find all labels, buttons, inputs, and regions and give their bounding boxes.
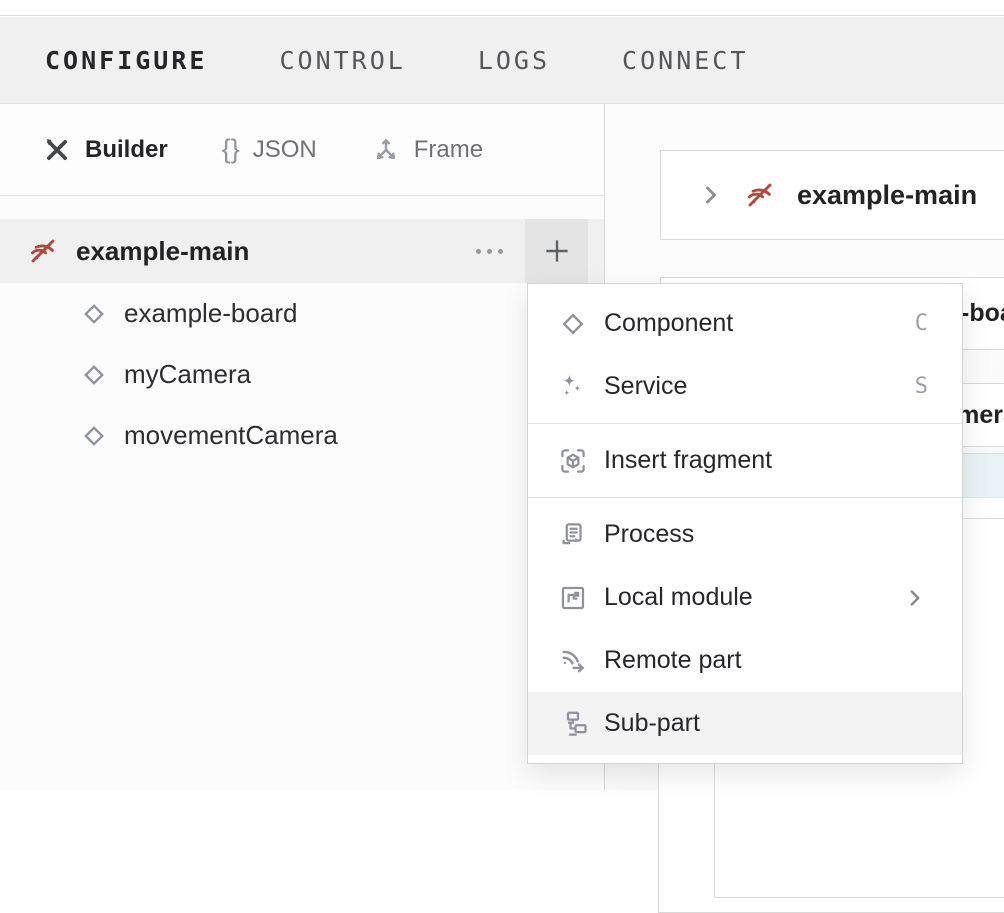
view-json-button[interactable]: {} JSON xyxy=(222,134,317,165)
ellipsis-icon xyxy=(476,249,481,254)
view-frame-label: Frame xyxy=(414,136,483,164)
view-switcher-toolbar: Builder {} JSON Frame xyxy=(0,104,604,196)
component-diamond-icon xyxy=(80,361,108,389)
menu-divider xyxy=(528,497,962,498)
menu-item-local-module[interactable]: Local module xyxy=(528,566,962,629)
shortcut-key: S xyxy=(915,374,928,399)
tab-control[interactable]: CONTROL xyxy=(279,46,405,75)
offline-icon xyxy=(28,236,58,266)
fragment-cube-icon xyxy=(558,446,588,476)
menu-item-component[interactable]: Component C xyxy=(528,292,962,355)
menu-divider xyxy=(528,423,962,424)
submenu-chevron-icon xyxy=(902,585,928,611)
remote-part-icon xyxy=(558,646,588,676)
process-icon xyxy=(558,520,588,550)
part-header-card[interactable]: example-main xyxy=(660,150,1004,240)
tree-item-movementcamera[interactable]: movementCamera xyxy=(0,405,604,466)
tree-item-example-board[interactable]: example-board xyxy=(0,283,604,344)
component-diamond-icon xyxy=(558,309,588,339)
local-module-icon xyxy=(558,583,588,613)
builder-tools-icon xyxy=(42,135,72,165)
menu-item-sub-part[interactable]: Sub-part xyxy=(528,692,962,755)
service-sparkles-icon xyxy=(558,372,588,402)
component-diamond-icon xyxy=(80,422,108,450)
tab-logs[interactable]: LOGS xyxy=(478,46,550,75)
braces-icon: {} xyxy=(222,134,240,165)
resource-tree-panel: Builder {} JSON Frame xyxy=(0,104,604,790)
menu-item-remote-part[interactable]: Remote part xyxy=(528,629,962,692)
view-frame-button[interactable]: Frame xyxy=(371,135,483,165)
tree-root-example-main[interactable]: example-main xyxy=(0,219,604,283)
part-header-title: example-main xyxy=(797,180,977,211)
add-resource-button[interactable] xyxy=(525,219,588,283)
add-resource-menu: Component C Service S Insert fragment xyxy=(527,283,963,764)
menu-item-service[interactable]: Service S xyxy=(528,355,962,418)
view-builder-label: Builder xyxy=(85,136,168,164)
sub-part-icon xyxy=(558,709,588,739)
more-options-button[interactable] xyxy=(465,219,513,283)
plus-icon xyxy=(541,235,573,267)
chevron-right-icon[interactable] xyxy=(697,181,725,209)
tab-configure[interactable]: CONFIGURE xyxy=(45,46,207,75)
view-json-label: JSON xyxy=(253,136,317,164)
window-top-strip xyxy=(0,0,1004,16)
tree-children: example-board myCamera movementCamera xyxy=(0,283,604,466)
offline-icon xyxy=(745,180,775,210)
menu-item-process[interactable]: Process xyxy=(528,503,962,566)
shortcut-key: C xyxy=(915,311,928,336)
tree-item-mycamera[interactable]: myCamera xyxy=(0,344,604,405)
view-builder-button[interactable]: Builder xyxy=(42,135,168,165)
tab-connect[interactable]: CONNECT xyxy=(622,46,748,75)
tree-root-label: example-main xyxy=(76,236,249,267)
frame-axes-icon xyxy=(371,135,401,165)
main-navbar: CONFIGURE CONTROL LOGS CONNECT xyxy=(0,17,1004,104)
component-diamond-icon xyxy=(80,300,108,328)
menu-item-insert-fragment[interactable]: Insert fragment xyxy=(528,429,962,492)
